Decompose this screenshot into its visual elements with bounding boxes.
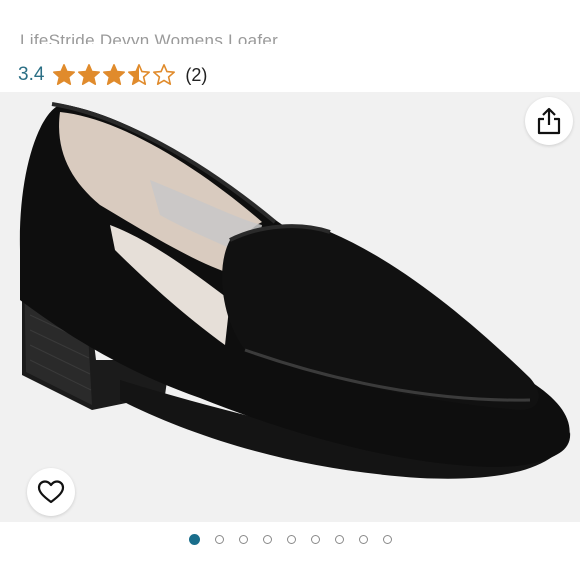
product-image[interactable] (0, 92, 580, 522)
star-rating (52, 63, 177, 87)
rating-value: 3.4 (18, 64, 45, 85)
heart-icon (37, 480, 65, 504)
image-pagination (0, 531, 580, 547)
star-icon (153, 64, 176, 85)
share-button[interactable] (525, 97, 573, 145)
pagination-dot[interactable] (262, 534, 272, 544)
star-icon (103, 64, 126, 85)
pagination-dot[interactable] (382, 534, 392, 544)
review-count[interactable]: (2) (185, 65, 207, 86)
share-icon (537, 107, 561, 135)
pagination-dot[interactable] (238, 534, 248, 544)
star-icon (53, 64, 76, 85)
shoe-illustration (19, 102, 571, 479)
product-title: LifeStride Devyn Womens Loafer (20, 31, 279, 44)
pagination-dot[interactable] (286, 534, 296, 544)
rating-row[interactable]: 3.4 (2) (18, 60, 207, 90)
star-icon (128, 64, 151, 85)
pagination-dot[interactable] (310, 534, 320, 544)
pagination-dot[interactable] (358, 534, 368, 544)
star-icon (78, 64, 101, 85)
pagination-dot[interactable] (214, 534, 224, 544)
pagination-dot[interactable] (188, 533, 200, 545)
favorite-button[interactable] (27, 468, 75, 516)
pagination-dot[interactable] (334, 534, 344, 544)
